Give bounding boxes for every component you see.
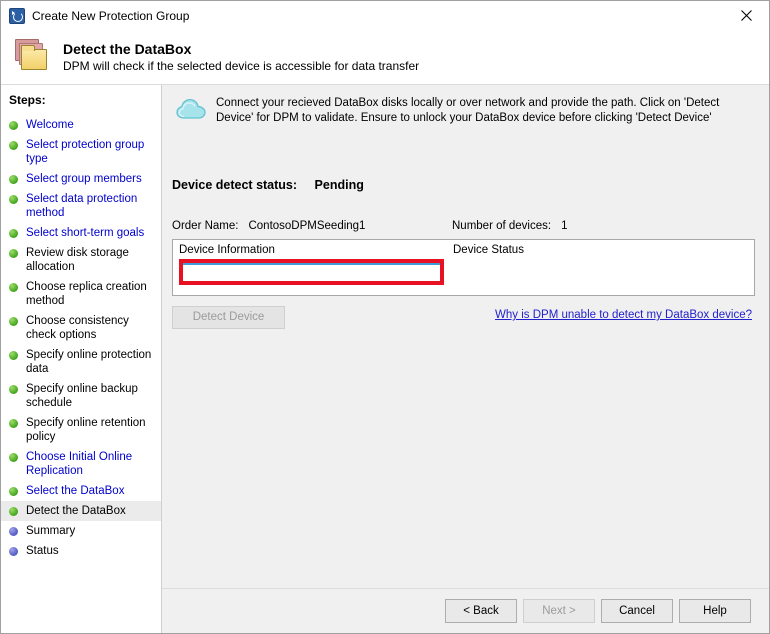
order-name-label: Order Name: [172,220,238,232]
notice-banner: Connect your recieved DataBox disks loca… [172,95,755,126]
sidebar-step-16: Status [1,541,161,561]
step-bullet-icon [9,507,18,516]
device-detect-status: Device detect status: Pending [172,178,755,192]
sidebar-step-5[interactable]: Select short-term goals [1,223,161,243]
step-bullet-icon [9,317,18,326]
order-meta-row: Order Name: ContosoDPMSeeding1 Number of… [172,220,755,232]
step-label: Summary [26,524,75,538]
page-title: Detect the DataBox [63,41,419,57]
device-path-input[interactable] [183,263,440,281]
sidebar-step-1[interactable]: Welcome [1,115,161,135]
cancel-button[interactable]: Cancel [601,599,673,623]
step-label: Specify online retention policy [26,416,155,444]
column-device-status: Device Status [453,244,524,256]
step-label: Select group members [26,172,142,186]
step-bullet-icon [9,121,18,130]
next-button[interactable]: Next > [523,599,595,623]
detect-device-button[interactable]: Detect Device [172,306,285,329]
steps-sidebar: Steps: Welcome Select protection group ty… [1,85,162,633]
help-button[interactable]: Help [679,599,751,623]
close-icon[interactable] [724,1,769,30]
step-bullet-icon [9,141,18,150]
step-bullet-icon [9,195,18,204]
step-bullet-icon [9,547,18,556]
wizard-window: Create New Protection Group Detect the D… [0,0,770,634]
sidebar-step-9: Specify online protection data [1,345,161,379]
step-label: Select data protection method [26,192,155,220]
order-name-value: ContosoDPMSeeding1 [248,220,365,232]
step-label: Choose consistency check options [26,314,155,342]
step-label: Specify online backup schedule [26,382,155,410]
status-badge: Pending [315,178,364,192]
status-label: Device detect status: [172,178,297,192]
device-table-header: Device Information Device Status [173,240,754,256]
step-label: Choose replica creation method [26,280,155,308]
sidebar-step-6: Review disk storage allocation [1,243,161,277]
body-area: Steps: Welcome Select protection group ty… [1,85,769,633]
column-device-information: Device Information [179,244,453,256]
step-label: Review disk storage allocation [26,246,155,274]
sidebar-step-3[interactable]: Select group members [1,169,161,189]
sidebar-step-14: Detect the DataBox [1,501,161,521]
number-of-devices-value: 1 [561,220,567,232]
notice-text: Connect your recieved DataBox disks loca… [216,95,755,126]
main-content: Connect your recieved DataBox disks loca… [162,85,769,633]
steps-heading: Steps: [1,91,161,115]
step-bullet-icon [9,527,18,536]
step-bullet-icon [9,453,18,462]
step-bullet-icon [9,487,18,496]
step-label: Detect the DataBox [26,504,126,518]
sidebar-step-7: Choose replica creation method [1,277,161,311]
step-bullet-icon [9,385,18,394]
step-label: Specify online protection data [26,348,155,376]
step-bullet-icon [9,283,18,292]
step-label: Select protection group type [26,138,155,166]
sidebar-step-15: Summary [1,521,161,541]
device-path-highlight-annotation [179,259,444,285]
back-button[interactable]: < Back [445,599,517,623]
page-header: Detect the DataBox DPM will check if the… [1,30,769,85]
number-of-devices-label: Number of devices: [452,220,551,232]
title-bar: Create New Protection Group [1,1,769,30]
step-bullet-icon [9,351,18,360]
step-label: Welcome [26,118,74,132]
sidebar-step-8: Choose consistency check options [1,311,161,345]
step-bullet-icon [9,419,18,428]
steps-list: Welcome Select protection group type Selec… [1,115,161,561]
sidebar-step-13[interactable]: Select the DataBox [1,481,161,501]
why-cannot-detect-link[interactable]: Why is DPM unable to detect my DataBox d… [495,309,752,321]
sidebar-step-2[interactable]: Select protection group type [1,135,161,169]
page-subtitle: DPM will check if the selected device is… [63,59,419,73]
step-label: Choose Initial Online Replication [26,450,155,478]
clock-refresh-icon [9,8,25,24]
step-label: Select short-term goals [26,226,144,240]
cloud-icon [176,97,208,123]
sidebar-step-10: Specify online backup schedule [1,379,161,413]
step-bullet-icon [9,175,18,184]
step-bullet-icon [9,229,18,238]
wizard-footer: < Back Next > Cancel Help [162,588,769,633]
action-row: Detect Device Why is DPM unable to detec… [172,305,755,329]
step-label: Status [26,544,59,558]
window-title: Create New Protection Group [32,9,189,23]
step-label: Select the DataBox [26,484,124,498]
step-bullet-icon [9,249,18,258]
sidebar-step-4[interactable]: Select data protection method [1,189,161,223]
sidebar-step-12[interactable]: Choose Initial Online Replication [1,447,161,481]
folder-group-icon [13,37,57,77]
device-table: Device Information Device Status [172,239,755,296]
sidebar-step-11: Specify online retention policy [1,413,161,447]
